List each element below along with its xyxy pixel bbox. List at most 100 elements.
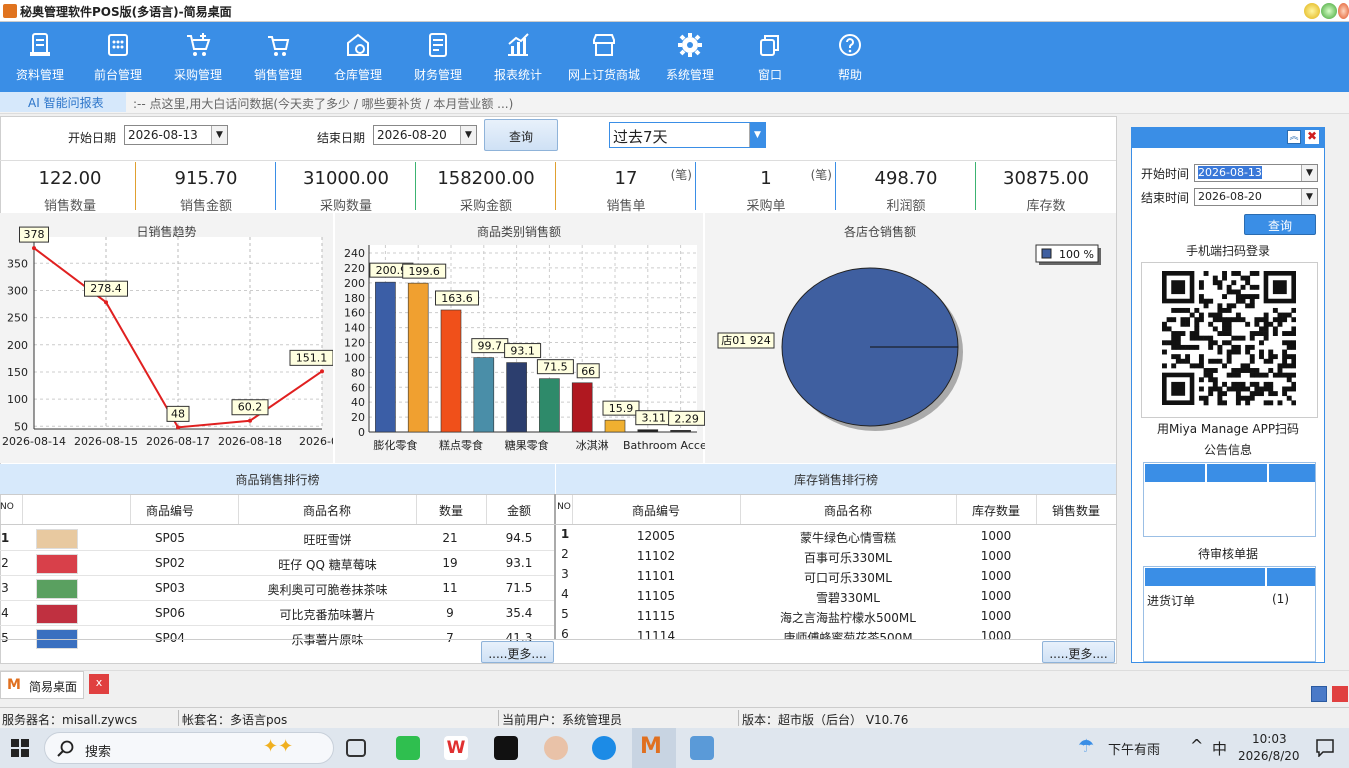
sales-rank-more-button[interactable]: .....更多.... — [481, 641, 554, 663]
product-name: 旺旺雪饼 — [303, 533, 352, 547]
weather-text[interactable]: 下午有雨 — [1108, 739, 1160, 758]
stock-qty: 1000 — [980, 629, 1012, 639]
menu-warehouse[interactable]: 仓库管理 — [318, 22, 398, 92]
stock-table-row[interactable]: 1 12005 蒙牛绿色心情雪糕 1000 — [556, 527, 1116, 547]
sales-table-row[interactable]: 2 SP02 旺仔 QQ 糖草莓味 19 93.1 — [0, 552, 554, 576]
chevron-down-icon[interactable]: ▼ — [749, 123, 765, 147]
menu-finance[interactable]: 财务管理 — [398, 22, 478, 92]
stat-6: 498.70 利润额 — [836, 160, 976, 214]
chevron-down-icon[interactable]: ▼ — [211, 126, 227, 144]
data-label: 163.6 — [435, 290, 479, 306]
tab-simple-desktop[interactable]: M 简易桌面 — [0, 671, 84, 699]
stock-rank-more-button[interactable]: .....更多.... — [1042, 641, 1115, 663]
chevron-down-icon[interactable]: ▼ — [1301, 165, 1317, 181]
qr-login-title: 手机端扫码登录 — [1185, 244, 1270, 258]
bar — [539, 378, 560, 433]
side-query-button[interactable]: 查询 — [1244, 214, 1316, 235]
side-panel: ︽ ✖ 开始时间 2026-08-13 ▼ 结束时间 2026-08-20 ▼ … — [1131, 127, 1325, 663]
restore-icon[interactable] — [1311, 686, 1327, 702]
gear-icon — [678, 33, 702, 57]
stock-col-header[interactable]: 库存数量 — [961, 502, 1031, 519]
taskbar-search-box[interactable]: 搜索 ✦✦ — [44, 732, 334, 764]
product-qty: 21 — [442, 531, 458, 545]
bar — [506, 362, 527, 433]
x-tick-label: 2026-08-18 — [218, 435, 282, 448]
ai-query-hint[interactable]: :-- 点这里,用大白话问数据(今天卖了多少 / 哪些要补货 / 本月营业额 .… — [133, 95, 513, 112]
avatar-app-icon[interactable] — [544, 736, 568, 760]
y-tick-label: 50 — [14, 420, 28, 433]
menu-help[interactable]: 帮助 — [810, 22, 890, 92]
sales-table-row[interactable]: 3 SP03 奥利奥可可脆卷抹茶味 11 71.5 — [0, 577, 554, 601]
stock-table-row[interactable]: 4 11105 雪碧330ML 1000 — [556, 587, 1116, 607]
sales-col-header[interactable]: 数量 — [431, 502, 471, 519]
stat-unit: (笔) — [810, 168, 832, 182]
end-date-input[interactable]: 2026-08-20 ▼ — [373, 125, 477, 145]
stock-table-row[interactable]: 5 11115 海之言海盐柠檬水500ML 1000 — [556, 607, 1116, 627]
cart-add-icon — [187, 33, 211, 56]
menu-reports[interactable]: 报表统计 — [478, 22, 558, 92]
menu-sales[interactable]: 销售管理 — [238, 22, 318, 92]
app-window-icon[interactable] — [690, 736, 714, 760]
menu-purchase[interactable]: 采购管理 — [158, 22, 238, 92]
stock-table-row[interactable]: 6 11114 康师傅蜂蜜菊花茶500M 1000 — [556, 627, 1116, 639]
menu-data-management[interactable]: 资料管理 — [0, 22, 80, 92]
chevron-up-icon[interactable]: ^ — [1190, 736, 1203, 755]
product-name: 蒙牛绿色心情雪糕 — [799, 531, 896, 545]
capcut-icon[interactable] — [494, 736, 518, 760]
maximize-button[interactable] — [1321, 3, 1337, 19]
menu-front-desk[interactable]: 前台管理 — [78, 22, 158, 92]
menu-window[interactable]: 窗口 — [730, 22, 810, 92]
sales-table-row[interactable]: 4 SP06 可比克番茄味薯片 9 35.4 — [0, 602, 554, 626]
ime-indicator[interactable]: 中 — [1212, 738, 1227, 759]
y-tick-label: 100 — [344, 351, 365, 364]
svg-text:3.11: 3.11 — [642, 412, 667, 425]
wps-icon[interactable]: W — [444, 736, 468, 760]
pending-item-count: (1) — [1272, 592, 1289, 606]
sales-table-row[interactable]: 1 SP05 旺旺雪饼 21 94.5 — [0, 527, 554, 551]
wechat-icon[interactable] — [396, 736, 420, 760]
svg-text:151.1: 151.1 — [296, 351, 328, 364]
menu-online-mall[interactable]: 网上订货商城 — [558, 22, 650, 92]
sales-col-header[interactable]: 金额 — [494, 502, 544, 519]
chevron-down-icon[interactable]: ▼ — [1301, 189, 1317, 205]
sales-col-header[interactable]: NO — [0, 502, 14, 512]
stock-col-header[interactable]: 商品编号 — [616, 502, 696, 519]
close-window-button[interactable] — [1338, 3, 1349, 19]
clock-date[interactable]: 2026/8/20 — [1238, 749, 1300, 763]
start-date-input[interactable]: 2026-08-13 ▼ — [124, 125, 228, 145]
minimize-button[interactable] — [1304, 3, 1320, 19]
close-icon[interactable]: ✖ — [1305, 130, 1319, 144]
pending-item-label[interactable]: 进货订单 — [1147, 592, 1195, 609]
menu-system[interactable]: 系统管理 — [650, 22, 730, 92]
chevron-down-icon[interactable]: ▼ — [460, 126, 476, 144]
clock-time[interactable]: 10:03 — [1252, 732, 1287, 746]
side-end-input[interactable]: 2026-08-20 ▼ — [1194, 188, 1318, 206]
bar — [571, 382, 593, 433]
stock-table-row[interactable]: 2 11102 百事可乐330ML 1000 — [556, 547, 1116, 567]
collapse-icon[interactable]: ︽ — [1287, 130, 1301, 144]
windows-start-icon[interactable] — [11, 739, 29, 757]
query-button[interactable]: 查询 — [484, 119, 558, 151]
stock-col-header[interactable]: 商品名称 — [798, 502, 898, 519]
product-amount: 71.5 — [505, 581, 533, 595]
tab-close-button[interactable]: x — [89, 674, 109, 694]
task-view-icon[interactable] — [346, 739, 366, 757]
x-tick-label: 冰淇淋 — [576, 439, 609, 452]
svg-text:378: 378 — [24, 228, 45, 241]
ai-report-button[interactable]: AI 智能问报表 — [0, 92, 126, 112]
product-thumbnail — [36, 554, 78, 574]
stat-4: 17 销售单 (笔) — [556, 160, 696, 214]
date-range-select[interactable]: 过去7天 ▼ — [609, 122, 766, 148]
notification-icon[interactable] — [1316, 739, 1334, 757]
status-server: 服务器名：misall.zywcs — [2, 713, 138, 727]
sales-col-header[interactable]: 商品名称 — [252, 502, 402, 519]
stock-col-header[interactable]: 销售数量 — [1041, 502, 1111, 519]
stock-col-header[interactable]: NO — [557, 502, 571, 512]
stock-table-row[interactable]: 3 11101 可口可乐330ML 1000 — [556, 567, 1116, 587]
product-amount: 93.1 — [505, 556, 533, 570]
sales-col-header[interactable]: 商品编号 — [125, 502, 215, 519]
edge-browser-icon[interactable] — [592, 736, 616, 760]
side-start-input[interactable]: 2026-08-13 ▼ — [1194, 164, 1318, 182]
product-code: 11114 — [636, 629, 676, 639]
close-icon[interactable] — [1332, 686, 1348, 702]
